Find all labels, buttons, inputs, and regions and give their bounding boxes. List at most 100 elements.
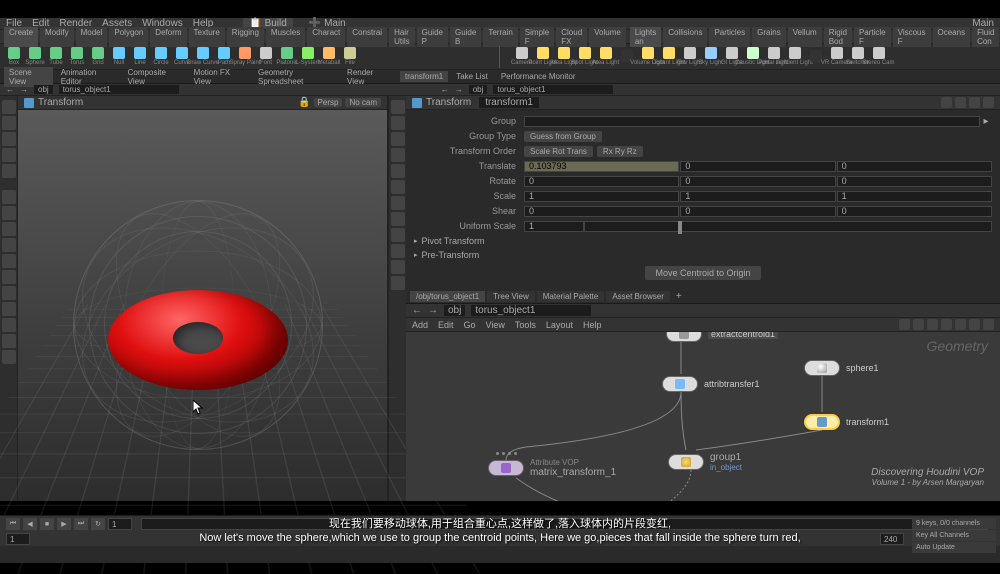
uniform-scale-slider[interactable] <box>584 221 992 232</box>
shear-x[interactable]: 0 <box>524 206 679 217</box>
net-menu-edit[interactable]: Edit <box>438 320 454 330</box>
shear-z[interactable]: 0 <box>837 206 992 217</box>
rtool-12[interactable] <box>391 276 405 290</box>
net-menu-view[interactable]: View <box>486 320 505 330</box>
shelf-box[interactable]: Box <box>4 46 24 68</box>
shelf-sphere[interactable]: Sphere <box>25 46 45 68</box>
tool-move[interactable] <box>2 116 16 130</box>
network-canvas[interactable]: Geometry Discovering Houdini VOP Volume … <box>406 332 1000 501</box>
rtool-1[interactable] <box>391 100 405 114</box>
net-menu-help[interactable]: Help <box>583 320 602 330</box>
rtool-3[interactable] <box>391 132 405 146</box>
rtool-8[interactable] <box>391 212 405 226</box>
shelf-platonic[interactable]: Platonic <box>277 46 297 68</box>
shelf-spray-paint[interactable]: Spray Paint <box>235 46 255 68</box>
rtool-10[interactable] <box>391 244 405 258</box>
shelf-vr-camera[interactable]: VR Camera <box>827 46 847 68</box>
path-back[interactable]: ← <box>6 85 14 94</box>
shelf-draw-curve[interactable]: Draw Curve <box>193 46 213 68</box>
net-path-obj[interactable]: obj <box>444 305 465 316</box>
net-icon-4[interactable] <box>941 319 952 330</box>
node-extractcentroid[interactable]: extractcentroid1 <box>666 332 778 342</box>
pin-icon[interactable] <box>983 97 994 108</box>
shelf-tab-constrai[interactable]: Constrai <box>347 27 387 47</box>
shear-y[interactable]: 0 <box>680 206 835 217</box>
net-path-node[interactable]: torus_object1 <box>471 305 591 316</box>
shelf-tab-create[interactable]: Create <box>4 27 38 47</box>
view-tab-motion-fx-view[interactable]: Motion FX View <box>189 67 250 87</box>
shelf-tab-modify[interactable]: Modify <box>40 27 74 47</box>
shelf-tab-rigidbod[interactable]: Rigid Bod <box>824 27 852 47</box>
path-obj[interactable]: obj <box>34 85 53 94</box>
shelf-tab-lightsan[interactable]: Lights an <box>630 27 661 47</box>
shelf-tab-model[interactable]: Model <box>76 27 108 47</box>
pretransform-collapse[interactable]: Pre-Transform <box>414 248 992 262</box>
tool-6[interactable] <box>2 222 16 236</box>
scale-z[interactable]: 1 <box>837 191 992 202</box>
shelf-tab-charact[interactable]: Charact <box>307 27 345 47</box>
net-tab-transform[interactable]: transform1 <box>400 71 448 82</box>
shelf-torus[interactable]: Torus <box>67 46 87 68</box>
path2-fwd[interactable]: → <box>455 85 463 94</box>
play-loop[interactable]: ↻ <box>91 518 105 530</box>
play-back[interactable]: ◀ <box>23 518 37 530</box>
shelf-tab-particlef[interactable]: Particle F <box>854 27 891 47</box>
view-tab-composite-view[interactable]: Composite View <box>123 67 186 87</box>
param-node-name[interactable]: transform1 <box>479 97 539 108</box>
help-icon[interactable] <box>969 97 980 108</box>
shelf-sky-light[interactable]: Sky Light <box>701 46 721 68</box>
shelf-circle[interactable]: Circle <box>151 46 171 68</box>
path-fwd[interactable]: → <box>20 85 28 94</box>
gear-icon[interactable] <box>941 97 952 108</box>
group-input[interactable] <box>524 116 980 127</box>
tool-8[interactable] <box>2 254 16 268</box>
play-first[interactable]: ⏮ <box>6 518 20 530</box>
move-centroid-button[interactable]: Move Centroid to Origin <box>645 266 760 280</box>
net-icon-2[interactable] <box>913 319 924 330</box>
shelf-tab-guide p[interactable]: Guide P <box>417 27 448 47</box>
shelf-tab-particles[interactable]: Particles <box>709 27 750 47</box>
rtool-6[interactable] <box>391 180 405 194</box>
shelf-area-light[interactable]: Area Light <box>596 46 616 68</box>
shelf-tab-volume[interactable]: Volume <box>589 27 626 47</box>
lock-icon[interactable]: 🔒 <box>298 97 310 108</box>
net-tab-perfmon[interactable]: Performance Monitor <box>496 71 581 82</box>
network-tab-0[interactable]: /obj/torus_object1 <box>410 291 485 302</box>
translate-x[interactable]: 0.103793 <box>524 161 679 172</box>
tool-7[interactable] <box>2 238 16 252</box>
shelf-grid[interactable]: Grid <box>88 46 108 68</box>
shelf-null[interactable]: Null <box>109 46 129 68</box>
path2-obj[interactable]: obj <box>469 85 488 94</box>
node-sphere[interactable]: sphere1 <box>804 360 879 376</box>
shelf-distant-light[interactable]: Distant Light <box>659 46 679 68</box>
shelf-l-system[interactable]: L-System <box>298 46 318 68</box>
shelf-tab-texture[interactable]: Texture <box>189 27 225 47</box>
net-menu-go[interactable]: Go <box>464 320 476 330</box>
view-tab-render-view[interactable]: Render View <box>342 67 394 87</box>
network-tab-3[interactable]: Asset Browser <box>606 291 670 302</box>
tool-select[interactable] <box>2 100 16 114</box>
play-stop[interactable]: ■ <box>40 518 54 530</box>
rtool-11[interactable] <box>391 260 405 274</box>
tool-view[interactable] <box>2 190 16 204</box>
path2-node[interactable]: torus_object1 <box>493 85 613 94</box>
rot-order-dropdown[interactable]: Rx Ry Rz <box>597 146 643 157</box>
net-icon-6[interactable] <box>969 319 980 330</box>
translate-z[interactable]: 0 <box>837 161 992 172</box>
view-tab-animation-editor[interactable]: Animation Editor <box>56 67 120 87</box>
network-tab-1[interactable]: Tree View <box>487 291 535 302</box>
translate-y[interactable]: 0 <box>680 161 835 172</box>
net-icon-7[interactable] <box>983 319 994 330</box>
shelf-tab-guide b[interactable]: Guide B <box>450 27 481 47</box>
shelf-tab-deform[interactable]: Deform <box>150 27 186 47</box>
shelf-line[interactable]: Line <box>130 46 150 68</box>
group-picker-icon[interactable]: ▸ <box>980 116 992 127</box>
shelf-tab-collisions[interactable]: Collisions <box>663 27 707 47</box>
node-group[interactable]: group1 in_object <box>668 452 742 472</box>
shelf-env-light[interactable]: Env Light <box>680 46 700 68</box>
timeline-track[interactable] <box>141 518 988 530</box>
uniform-scale-input[interactable]: 1 <box>524 221 584 232</box>
viewport[interactable]: Transform 🔒 Persp No cam <box>18 96 388 501</box>
rtool-5[interactable] <box>391 164 405 178</box>
node-attribtransfer[interactable]: attribtransfer1 <box>662 376 760 392</box>
